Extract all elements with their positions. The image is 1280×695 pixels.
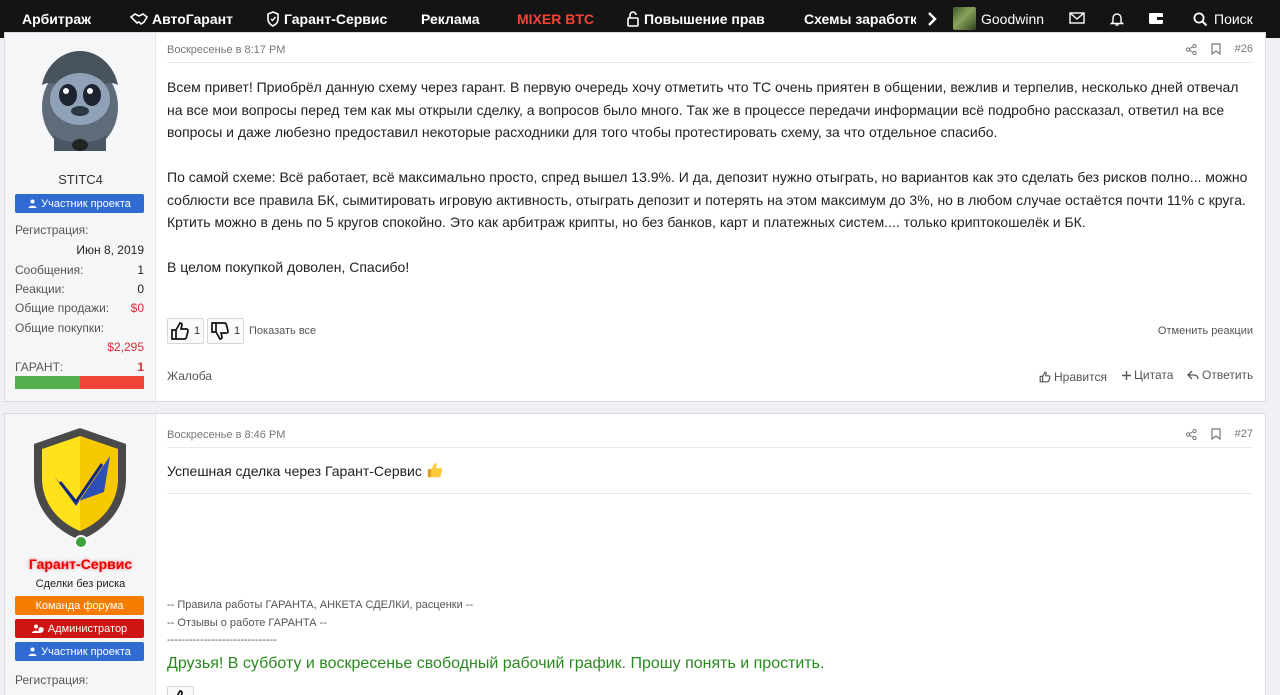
stat-guarant: ГАРАНТ: 1 — [15, 360, 144, 374]
undo-reactions[interactable]: Отменить реакции — [1158, 325, 1253, 337]
reaction-like[interactable] — [167, 686, 194, 695]
reputation-positive — [15, 376, 80, 389]
unlock-icon — [627, 11, 639, 27]
post-user-column: Гарант-Сервис Сделки без риска Команда ф… — [5, 414, 156, 695]
thumbs-up-icon — [176, 690, 183, 695]
stat-sales: Общие продажи: $0 — [15, 301, 144, 315]
quote-button[interactable]: Цитата — [1122, 368, 1173, 382]
user-menu[interactable]: Goodwinn — [953, 7, 1044, 30]
reaction-dislike[interactable]: 1 — [207, 318, 245, 344]
thumbs-up-icon — [1039, 371, 1051, 383]
post-meta-actions: #27 — [1185, 428, 1253, 440]
post-date[interactable]: Воскресенье в 8:17 PM — [167, 44, 285, 56]
stat-messages: Сообщения: 1 — [15, 263, 144, 277]
signature-rules-link[interactable]: -- Правила работы ГАРАНТА, АНКЕТА СДЕЛКИ… — [167, 599, 473, 611]
meta-divider — [167, 62, 1253, 63]
stat-purchases-value: $2,295 — [107, 340, 144, 354]
post-paragraph: По самой схеме: Всё работает, всё максим… — [167, 169, 1248, 230]
plus-icon — [1122, 370, 1131, 380]
badge-forum-team: Команда форума — [15, 596, 144, 615]
stat-registration-value: Июн 8, 2019 — [76, 243, 144, 257]
search-icon — [1193, 12, 1208, 26]
badge-member: Участник проекта — [15, 642, 144, 661]
user-avatar — [42, 51, 118, 151]
meta-divider — [167, 447, 1253, 448]
post-date[interactable]: Воскресенье в 8:46 PM — [167, 429, 285, 441]
reputation-bar — [15, 376, 144, 389]
share-icon[interactable] — [1185, 43, 1197, 55]
chevron-right-icon[interactable] — [926, 11, 938, 27]
online-status-icon — [74, 535, 88, 549]
signature-reviews-link[interactable]: -- Отзывы о работе ГАРАНТА -- — [167, 617, 327, 629]
stat-registration: Регистрация: — [15, 223, 89, 237]
post-author[interactable]: Гарант-Сервис — [5, 556, 156, 572]
signature-separator: ------------------------------ — [167, 634, 277, 646]
post-user-column: STITC4 Участник проекта Регистрация: Июн… — [5, 33, 156, 401]
badge-admin: Администратор — [15, 619, 144, 638]
signature-divider — [167, 493, 1253, 494]
handshake-icon — [130, 13, 148, 26]
shield-icon — [267, 11, 279, 27]
user-icon — [28, 199, 37, 208]
post-body: Успешная сделка через Гарант-Сервис — [167, 460, 1257, 483]
report-link[interactable]: Жалоба — [167, 369, 212, 383]
share-icon[interactable] — [1185, 428, 1197, 440]
post-text: Успешная сделка через Гарант-Сервис — [167, 463, 422, 479]
post-paragraph: В целом покупкой доволен, Спасибо! — [167, 259, 410, 275]
user-shield-icon — [31, 624, 44, 633]
user-title: Сделки без риска — [35, 578, 126, 590]
signature-notice: Друзья! В субботу и воскресенье свободны… — [167, 655, 825, 672]
post-body: Всем привет! Приобрёл данную схему через… — [167, 76, 1257, 301]
guarant-shield-avatar — [34, 428, 126, 540]
stat-reactions: Реакции: 0 — [15, 282, 144, 296]
post-27: Гарант-Сервис Сделки без риска Команда ф… — [4, 413, 1266, 695]
post-paragraph: Всем привет! Приобрёл данную схему через… — [167, 79, 1239, 140]
like-button[interactable]: Нравится — [1039, 370, 1107, 384]
show-all-reactions[interactable]: Показать все — [249, 325, 316, 337]
stat-purchases: Общие покупки: — [15, 321, 105, 335]
post-meta-actions: #26 — [1185, 43, 1253, 55]
post-number[interactable]: #26 — [1235, 43, 1253, 55]
reaction-like[interactable]: 1 — [167, 318, 205, 344]
post-26: STITC4 Участник проекта Регистрация: Июн… — [4, 32, 1266, 402]
bookmark-icon[interactable] — [1211, 43, 1221, 55]
post-author[interactable]: STITC4 — [5, 172, 156, 187]
wallet-icon[interactable] — [1148, 11, 1164, 25]
user-avatar — [953, 7, 976, 30]
reply-button[interactable]: Ответить — [1187, 368, 1253, 382]
username: Goodwinn — [981, 10, 1045, 27]
bookmark-icon[interactable] — [1211, 428, 1221, 440]
stat-registration: Регистрация: — [15, 673, 89, 687]
bell-icon[interactable] — [1110, 11, 1124, 27]
reply-icon — [1187, 370, 1199, 380]
thumbs-up-icon — [171, 322, 189, 340]
reputation-negative — [79, 376, 144, 389]
badge-member: Участник проекта — [15, 194, 144, 213]
thumbs-up-emoji-icon — [427, 462, 443, 478]
post-number[interactable]: #27 — [1235, 428, 1253, 440]
user-icon — [28, 647, 37, 656]
envelope-icon[interactable] — [1069, 11, 1085, 25]
thumbs-down-icon — [211, 322, 229, 340]
